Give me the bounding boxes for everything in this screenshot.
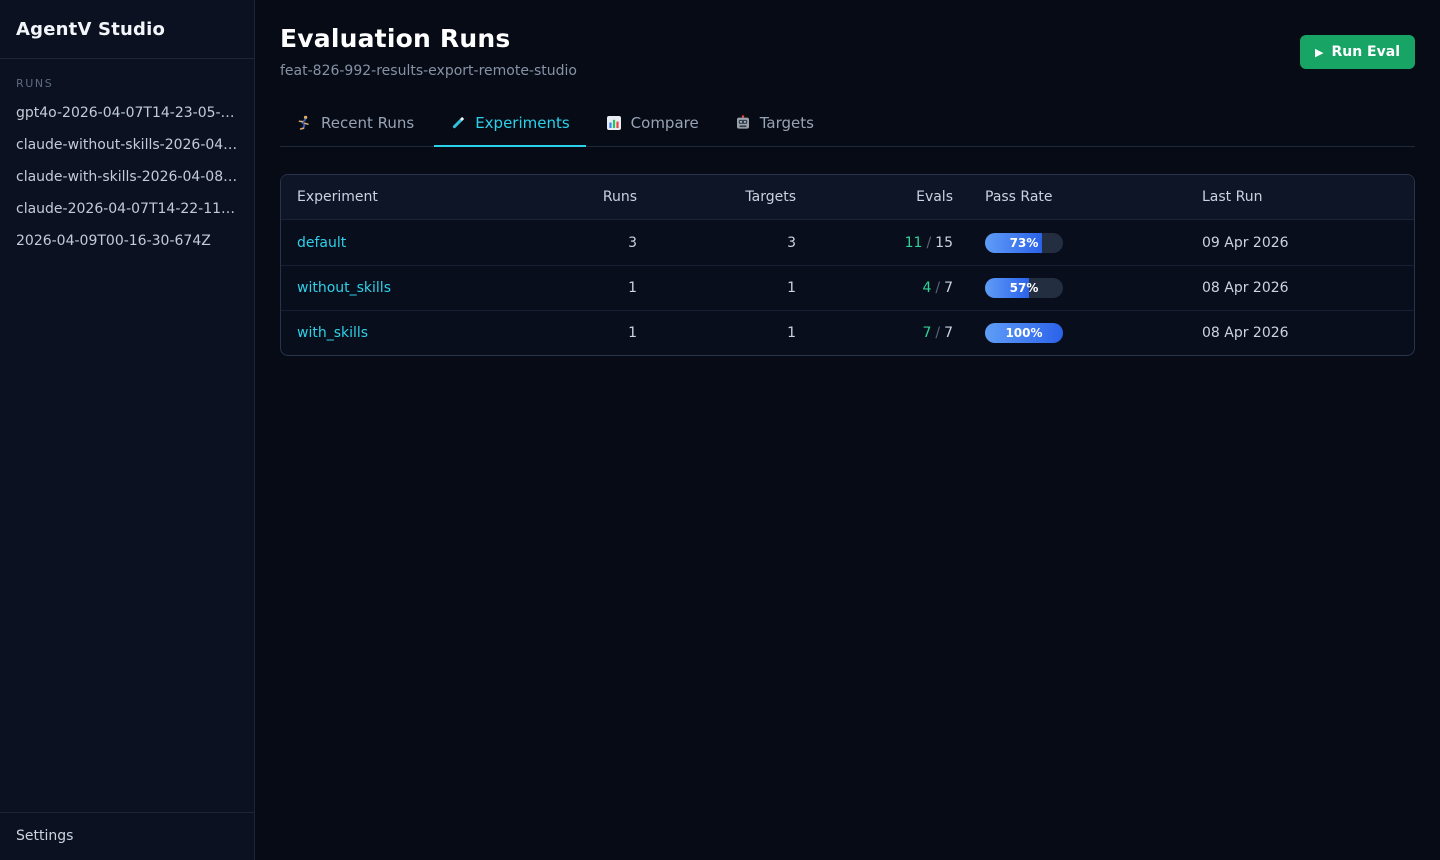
sidebar-spacer <box>0 257 254 812</box>
tab-label: Recent Runs <box>321 114 414 132</box>
pass-rate-label: 100% <box>985 323 1063 343</box>
pass-rate-cell: 57% <box>953 278 1202 298</box>
evals-separator: / <box>931 280 944 296</box>
experiment-link[interactable]: without_skills <box>297 280 391 296</box>
pass-rate-cell: 73% <box>953 233 1202 253</box>
tab-label: Compare <box>631 114 699 132</box>
targets-cell: 3 <box>637 235 796 251</box>
main-content: Evaluation Runs feat-826-992-results-exp… <box>255 0 1440 860</box>
experiment-cell: without_skills <box>281 280 511 296</box>
experiments-table: Experiment Runs Targets Evals Pass Rate … <box>280 174 1415 356</box>
run-eval-button[interactable]: ▶ Run Eval <box>1300 35 1415 69</box>
last-run-cell: 09 Apr 2026 <box>1202 235 1414 251</box>
sidebar-run-item[interactable]: gpt4o-2026-04-07T14-23-05-… <box>0 97 254 129</box>
experiment-cell: default <box>281 235 511 251</box>
tab-label: Targets <box>760 114 814 132</box>
column-header-evals: Evals <box>796 189 953 205</box>
runs-section-label: RUNS <box>16 77 238 90</box>
runs-cell: 1 <box>511 325 637 341</box>
evals-total: 15 <box>935 235 953 251</box>
sidebar-run-item[interactable]: claude-with-skills-2026-04-08… <box>0 161 254 193</box>
table-row: default 3 3 11/15 73% 09 Apr 2026 <box>281 220 1414 265</box>
test-tube-icon <box>450 115 466 131</box>
pass-rate-pill: 100% <box>985 323 1063 343</box>
column-header-pass-rate: Pass Rate <box>953 189 1202 205</box>
robot-icon <box>735 115 751 131</box>
experiment-link[interactable]: default <box>297 235 346 251</box>
runs-list: gpt4o-2026-04-07T14-23-05-… claude-witho… <box>0 97 254 257</box>
experiment-link[interactable]: with_skills <box>297 325 368 341</box>
evals-cell: 4/7 <box>796 280 953 296</box>
pass-rate-pill: 57% <box>985 278 1063 298</box>
tab-bar: Recent Runs Experiments <box>280 104 1415 147</box>
evals-total: 7 <box>944 280 953 296</box>
play-icon: ▶ <box>1315 47 1323 58</box>
column-header-runs: Runs <box>511 189 637 205</box>
last-run-cell: 08 Apr 2026 <box>1202 325 1414 341</box>
evals-passed: 11 <box>905 235 923 251</box>
page-title: Evaluation Runs <box>280 24 577 53</box>
pass-rate-label: 73% <box>985 233 1063 253</box>
tab-targets[interactable]: Targets <box>719 104 830 147</box>
tab-compare[interactable]: Compare <box>590 104 715 147</box>
evals-separator: / <box>931 325 944 341</box>
tab-label: Experiments <box>475 114 569 132</box>
column-header-experiment: Experiment <box>281 189 511 205</box>
app-brand: AgentV Studio <box>0 0 254 59</box>
evals-separator: / <box>922 235 935 251</box>
evals-total: 7 <box>944 325 953 341</box>
column-header-targets: Targets <box>637 189 796 205</box>
tab-experiments[interactable]: Experiments <box>434 104 585 147</box>
runs-cell: 1 <box>511 280 637 296</box>
sidebar: AgentV Studio RUNS gpt4o-2026-04-07T14-2… <box>0 0 255 860</box>
runs-cell: 3 <box>511 235 637 251</box>
table-header-row: Experiment Runs Targets Evals Pass Rate … <box>281 175 1414 220</box>
sidebar-run-item[interactable]: claude-2026-04-07T14-22-11… <box>0 193 254 225</box>
tab-recent-runs[interactable]: Recent Runs <box>280 104 430 147</box>
sidebar-run-item[interactable]: 2026-04-09T00-16-30-674Z <box>0 225 254 257</box>
experiment-cell: with_skills <box>281 325 511 341</box>
table-row: without_skills 1 1 4/7 57% 08 Apr 2026 <box>281 265 1414 310</box>
page-header-text: Evaluation Runs feat-826-992-results-exp… <box>280 24 577 79</box>
last-run-cell: 08 Apr 2026 <box>1202 280 1414 296</box>
run-eval-label: Run Eval <box>1331 44 1400 60</box>
bar-chart-icon <box>606 115 622 131</box>
table-body: default 3 3 11/15 73% 09 Apr 2026 <box>281 220 1414 355</box>
page-header: Evaluation Runs feat-826-992-results-exp… <box>280 0 1415 79</box>
sidebar-item-settings[interactable]: Settings <box>0 812 254 860</box>
table-row: with_skills 1 1 7/7 100% 08 Apr 2026 <box>281 310 1414 355</box>
targets-cell: 1 <box>637 280 796 296</box>
targets-cell: 1 <box>637 325 796 341</box>
runner-icon <box>296 115 312 131</box>
sidebar-run-item[interactable]: claude-without-skills-2026-04… <box>0 129 254 161</box>
pass-rate-label: 57% <box>985 278 1063 298</box>
evals-cell: 7/7 <box>796 325 953 341</box>
column-header-last-run: Last Run <box>1202 189 1414 205</box>
evals-cell: 11/15 <box>796 235 953 251</box>
pass-rate-cell: 100% <box>953 323 1202 343</box>
page-subtitle: feat-826-992-results-export-remote-studi… <box>280 63 577 79</box>
pass-rate-pill: 73% <box>985 233 1063 253</box>
